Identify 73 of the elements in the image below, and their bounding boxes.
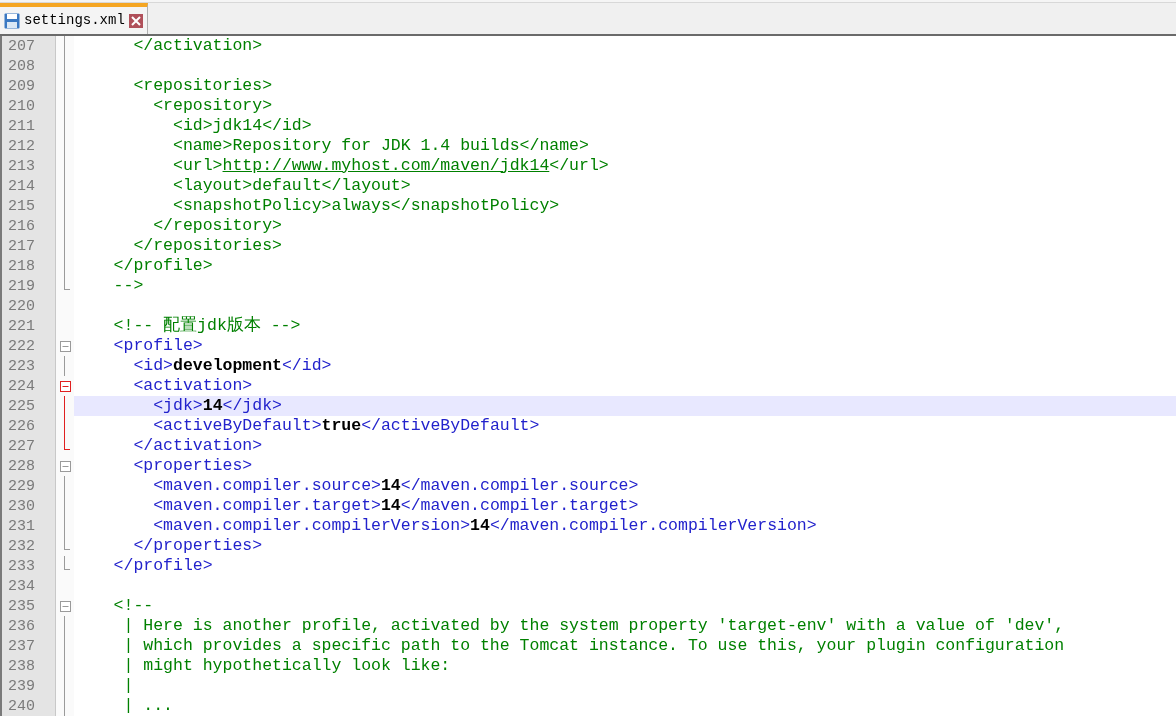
line-number: 221	[8, 318, 35, 334]
code-line: <repositories>	[132, 77, 273, 95]
code-line: </properties>	[132, 537, 263, 555]
line-number: 232	[8, 538, 35, 554]
save-icon	[4, 12, 20, 29]
line-number: 207	[8, 38, 35, 54]
line-number: 218	[8, 258, 35, 274]
line-number: 226	[8, 418, 35, 434]
code-line: <maven.compiler.target>14</maven.compiler.target>	[152, 497, 639, 515]
code-line: <maven.compiler.compilerVersion>14</maven.compiler.compilerVersion>	[152, 517, 817, 535]
line-number: 211	[8, 118, 35, 134]
file-tab[interactable]: settings.xml	[0, 3, 148, 34]
code-line: <!--	[112, 597, 154, 615]
code-line: </repository>	[152, 217, 282, 235]
code-line: <url>http://www.myhost.com/maven/jdk14</url>	[172, 157, 609, 175]
line-number: 227	[8, 438, 35, 454]
line-number: 235	[8, 598, 35, 614]
code-line: <id>jdk14</id>	[172, 117, 312, 135]
code-line: | Here is another profile, activated by the system property 'target-env' with a value of 'dev',	[122, 617, 1065, 635]
line-number: 209	[8, 78, 35, 94]
line-number: 224	[8, 378, 35, 394]
line-number: 237	[8, 638, 35, 654]
code-line: <name>Repository for JDK 1.4 builds</name>	[172, 137, 589, 155]
code-line: <snapshotPolicy>always</snapshotPolicy>	[172, 197, 560, 215]
code-line: |	[122, 677, 134, 695]
code-line: </profile>	[112, 557, 213, 575]
code-line: | which provides a specific path to the Tomcat instance. To use this, your plugin configuration	[122, 637, 1065, 655]
code-line: <!-- 配置jdk版本 -->	[112, 317, 301, 335]
fold-toggle-icon[interactable]	[59, 460, 71, 472]
line-number: 225	[8, 398, 35, 414]
line-number: 233	[8, 558, 35, 574]
code-line: <layout>default</layout>	[172, 177, 411, 195]
code-line: <properties>	[132, 457, 253, 475]
line-number: 222	[8, 338, 35, 354]
code-line: -->	[112, 277, 144, 295]
fold-toggle-icon[interactable]	[59, 380, 71, 392]
line-number: 240	[8, 698, 35, 714]
line-number: 231	[8, 518, 35, 534]
line-number: 212	[8, 138, 35, 154]
code-line: <maven.compiler.source>14</maven.compiler.source>	[152, 477, 639, 495]
line-number: 217	[8, 238, 35, 254]
code-line: | might hypothetically look like:	[122, 657, 451, 675]
line-number: 215	[8, 198, 35, 214]
code-line: | ...	[122, 697, 174, 715]
code-line: <repository>	[152, 97, 273, 115]
tab-label: settings.xml	[24, 11, 125, 30]
line-number: 208	[8, 58, 35, 74]
line-number: 229	[8, 478, 35, 494]
code-line: </activation>	[132, 437, 263, 455]
line-number: 214	[8, 178, 35, 194]
line-number: 238	[8, 658, 35, 674]
line-number: 230	[8, 498, 35, 514]
line-number: 220	[8, 298, 35, 314]
code-line: </profile>	[112, 257, 213, 275]
code-line: <jdk>14</jdk>	[152, 397, 282, 415]
line-number: 228	[8, 458, 35, 474]
line-number: 239	[8, 678, 35, 694]
code-line: </repositories>	[132, 237, 282, 255]
code-line: <activation>	[132, 377, 253, 395]
code-line: <profile>	[112, 337, 203, 355]
code-line: </activation>	[132, 37, 263, 55]
line-number: 213	[8, 158, 35, 174]
line-number: 210	[8, 98, 35, 114]
line-number: 219	[8, 278, 35, 294]
fold-toggle-icon[interactable]	[59, 340, 71, 352]
line-number: 236	[8, 618, 35, 634]
code-line: <activeByDefault>true</activeByDefault>	[152, 417, 540, 435]
line-number: 223	[8, 358, 35, 374]
line-number: 234	[8, 578, 35, 594]
code-line: <id>development</id>	[132, 357, 332, 375]
close-icon[interactable]	[128, 13, 143, 28]
fold-toggle-icon[interactable]	[59, 600, 71, 612]
line-number: 216	[8, 218, 35, 234]
